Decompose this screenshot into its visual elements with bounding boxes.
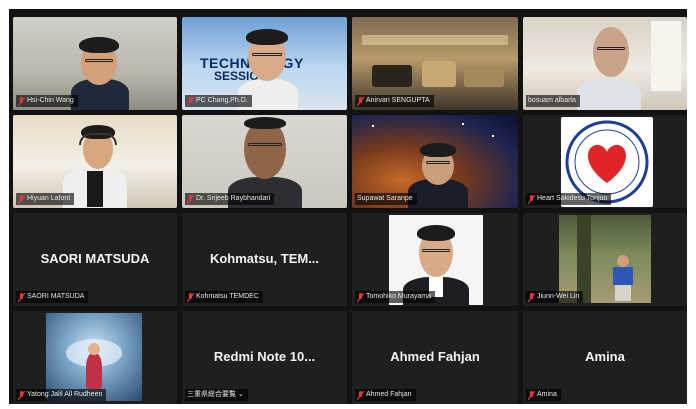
participant-name: Anirvan SENGUPTA (366, 97, 430, 104)
participant-name-tag: Dr. Srijeeb Raybhandari (185, 193, 275, 205)
profile-photo (559, 215, 651, 303)
participant-name: Tomohiko Murayama (366, 293, 431, 300)
participant-tile-hsi-chin-wang[interactable]: Hsi-Chin Wang (13, 17, 177, 110)
participant-tile-saori-matsuda[interactable]: SAORI MATSUDA SAORI MATSUDA (13, 213, 177, 306)
participant-name-tag: bosuam albarla (526, 95, 580, 107)
participant-display-name: Ahmed Fahjan (390, 349, 480, 364)
participant-gallery: Hsi-Chin Wang TECHNOLOGY SESSION PC Chan… (13, 17, 687, 404)
participant-display-name: Amina (585, 349, 625, 364)
participant-name-tag: Anirvan SENGUPTA (355, 95, 434, 107)
participant-name: Heart Sakidesu Tonjuo (537, 195, 608, 202)
participant-name: PC Chang,Ph.D. (196, 97, 248, 104)
participant-tile-amina[interactable]: Amina Amina (523, 311, 687, 404)
participant-tile-pc-chang[interactable]: TECHNOLOGY SESSION PC Chang,Ph.D. (182, 17, 347, 110)
participant-display-name: Kohmatsu, TEM... (209, 251, 320, 266)
participant-tile-heart-logo[interactable]: Heart Sakidesu Tonjuo (523, 115, 687, 208)
participant-name: Jiunn-Wei Lin (537, 293, 580, 300)
participant-name: Yatong Jalil All Rudheen (27, 391, 103, 398)
participant-name: Kohmatsu TEMDEC (196, 293, 259, 300)
muted-mic-icon (357, 96, 364, 106)
participant-name-tag: 三重県総合要覧 ⌄ (185, 389, 248, 401)
participant-name: SAORI MATSUDA (27, 293, 85, 300)
participant-name: 三重県総合要覧 ⌄ (187, 391, 244, 398)
participant-tile-jiunn-wei-lin[interactable]: Jiunn-Wei Lin (523, 213, 687, 306)
muted-mic-icon (187, 96, 194, 106)
participant-name: Hsi-Chin Wang (27, 97, 74, 104)
participant-tile-kohmatsu[interactable]: Kohmatsu, TEM... Kohmatsu TEMDEC (182, 213, 347, 306)
participant-name-tag: Yatong Jalil All Rudheen (16, 389, 107, 401)
muted-mic-icon (357, 292, 364, 302)
participant-tile-srijeeb-raybhandari[interactable]: Dr. Srijeeb Raybhandari (182, 115, 347, 208)
participant-tile-supawat-saranpe[interactable]: Supawat Saranpe (352, 115, 518, 208)
video-conference-window: Hsi-Chin Wang TECHNOLOGY SESSION PC Chan… (9, 9, 687, 404)
participant-tile-bosuam-albarla[interactable]: bosuam albarla (523, 17, 687, 110)
participant-tile-anirvan-sengupta[interactable]: Anirvan SENGUPTA (352, 17, 518, 110)
participant-name-tag: Tomohiko Murayama (355, 291, 435, 303)
muted-mic-icon (187, 194, 194, 204)
participant-name: Dr. Srijeeb Raybhandari (196, 195, 271, 202)
participant-name-tag: Ahmed Fahjan (355, 389, 416, 401)
participant-tile-ahmed-fahjan[interactable]: Ahmed Fahjan Ahmed Fahjan (352, 311, 518, 404)
participant-name: Ahmed Fahjan (366, 391, 412, 398)
participant-name: Hiyuan Lafont (27, 195, 71, 202)
muted-mic-icon (187, 292, 194, 302)
participant-tile-yatong[interactable]: Yatong Jalil All Rudheen (13, 311, 177, 404)
muted-mic-icon (18, 390, 25, 400)
participant-name-tag: Jiunn-Wei Lin (526, 291, 584, 303)
profile-photo (46, 313, 142, 401)
muted-mic-icon (528, 292, 535, 302)
muted-mic-icon (18, 292, 25, 302)
participant-tile-tomohiko-murayama[interactable]: Tomohiko Murayama (352, 213, 518, 306)
muted-mic-icon (18, 96, 25, 106)
participant-name-tag: PC Chang,Ph.D. (185, 95, 252, 107)
participant-name-tag: Hsi-Chin Wang (16, 95, 78, 107)
participant-name: Supawat Saranpe (357, 195, 413, 202)
muted-mic-icon (528, 390, 535, 400)
participant-name: Amina (537, 391, 557, 398)
participant-tile-redmi-note[interactable]: Redmi Note 10... 三重県総合要覧 ⌄ (182, 311, 347, 404)
participant-display-name: Redmi Note 10... (213, 349, 316, 364)
muted-mic-icon (357, 390, 364, 400)
participant-name-tag: Supawat Saranpe (355, 193, 417, 205)
participant-name-tag: SAORI MATSUDA (16, 291, 89, 303)
participant-name: bosuam albarla (528, 97, 576, 104)
participant-name-tag: Kohmatsu TEMDEC (185, 291, 263, 303)
participant-name-tag: Hiyuan Lafont (16, 193, 75, 205)
participant-name-tag: Heart Sakidesu Tonjuo (526, 193, 612, 205)
participant-display-name: SAORI MATSUDA (40, 251, 150, 266)
muted-mic-icon (528, 194, 535, 204)
participant-tile-hiyuan-lafont[interactable]: Hiyuan Lafont (13, 115, 177, 208)
participant-name-tag: Amina (526, 389, 561, 401)
muted-mic-icon (18, 194, 25, 204)
